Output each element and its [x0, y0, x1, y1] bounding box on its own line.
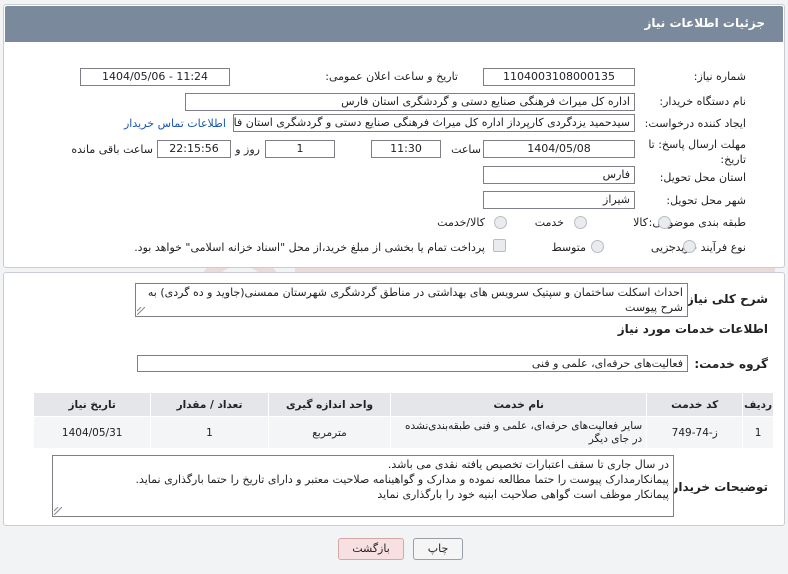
purchase-type-label: نوع فرآیند خرید : — [668, 241, 746, 254]
col-name: نام خدمت — [390, 392, 648, 417]
table-header-row: ردیف کد خدمت نام خدمت واحد اندازه گیری ت… — [32, 392, 774, 417]
category-service-label: خدمت — [534, 216, 564, 229]
buyer-note-line: در سال جاری تا سقف اعتبارات تخصیص یافته … — [387, 458, 669, 471]
row-qty: 1 — [150, 416, 269, 449]
city-label: شهر محل تحویل: — [666, 194, 746, 207]
service-group-label: گروه خدمت: — [694, 357, 768, 371]
buyer-note-line: پیمانکارمدارک پیوست را حتما مطالعه نموده… — [135, 473, 669, 486]
col-unit: واحد اندازه گیری — [267, 392, 392, 417]
purchase-medium-radio[interactable] — [591, 240, 604, 253]
remaining-time-field[interactable]: 22:15:56 — [157, 140, 231, 158]
deadline-time-field[interactable]: 11:30 — [371, 140, 441, 158]
category-service-radio[interactable] — [574, 216, 587, 229]
category-goods-label: کالا — [633, 216, 648, 229]
treasury-payment-note: پرداخت تمام یا بخشی از مبلغ خرید،از محل … — [134, 241, 485, 254]
buyer-contact-link[interactable]: اطلاعات تماس خریدار — [124, 117, 226, 130]
announce-field[interactable]: 1404/05/06 - 11:24 — [80, 68, 230, 86]
category-goods-radio[interactable] — [658, 216, 671, 229]
service-group-field[interactable]: فعالیت‌های حرفه‌ای، علمی و فنی — [137, 355, 688, 372]
resize-grip-icon[interactable] — [54, 507, 62, 515]
row-name: سایر فعالیت‌های حرفه‌ای، علمی و فنی طبقه… — [390, 416, 648, 449]
col-qty: تعداد / مقدار — [150, 392, 269, 417]
row-code: ز-74-749 — [646, 416, 744, 449]
deadline-label: مهلت ارسال پاسخ: تا تاریخ: — [648, 138, 746, 166]
days-label: روز و — [235, 143, 260, 156]
row-unit: مترمربع — [267, 416, 392, 449]
remaining-label: ساعت باقی مانده — [71, 143, 153, 156]
category-both-radio[interactable] — [494, 216, 507, 229]
resize-grip-icon[interactable] — [137, 307, 145, 315]
row-index: 1 — [742, 416, 774, 449]
need-number-field[interactable]: 1104003108000135 — [483, 68, 635, 86]
buyer-note-line: پیمانکار موظف است گواهی صلاحیت ابنیه خود… — [377, 488, 669, 501]
col-index: ردیف — [742, 392, 774, 417]
back-button[interactable]: بازگشت — [338, 538, 404, 560]
days-field[interactable]: 1 — [265, 140, 335, 158]
province-field[interactable]: فارس — [483, 166, 635, 184]
deadline-date-field[interactable]: 1404/05/08 — [483, 140, 635, 158]
buyer-notes-label: توضیحات خریدار: — [666, 480, 768, 494]
buyer-notes-textarea[interactable]: در سال جاری تا سقف اعتبارات تخصیص یافته … — [52, 455, 674, 517]
deadline-time-label: ساعت — [451, 143, 481, 156]
purchase-minor-label: جزیی — [650, 241, 676, 254]
purchase-medium-label: متوسط — [551, 241, 586, 254]
panel-header: جزئیات اطلاعات نیاز — [5, 6, 783, 42]
category-both-label: کالا/خدمت — [437, 216, 485, 229]
treasury-payment-checkbox[interactable] — [493, 239, 506, 252]
province-label: استان محل تحویل: — [659, 171, 746, 184]
description-textarea[interactable]: احداث اسکلت ساختمان و سپتیک سرویس های به… — [135, 283, 688, 317]
description-text: احداث اسکلت ساختمان و سپتیک سرویس های به… — [147, 286, 683, 314]
creator-field[interactable]: سیدحمید یزدگردی کارپرداز اداره کل میراث … — [233, 114, 635, 132]
creator-label: ایجاد کننده درخواست: — [644, 117, 746, 130]
table-row[interactable]: 1 ز-74-749 سایر فعالیت‌های حرفه‌ای، علمی… — [32, 416, 774, 449]
services-section-title: اطلاعات خدمات مورد نیاز — [617, 322, 768, 336]
col-code: کد خدمت — [646, 392, 744, 417]
buyer-org-field[interactable]: اداره کل میراث فرهنگی صنایع دستی و گردشگ… — [185, 93, 635, 111]
print-button[interactable]: چاپ — [413, 538, 463, 560]
buyer-org-label: نام دستگاه خریدار: — [659, 95, 746, 108]
city-field[interactable]: شیراز — [483, 191, 635, 209]
services-table: ردیف کد خدمت نام خدمت واحد اندازه گیری ت… — [32, 392, 774, 449]
description-label: شرح کلی نیاز: — [682, 292, 768, 306]
announce-label: تاریخ و ساعت اعلان عمومی: — [325, 70, 458, 83]
page-title: جزئیات اطلاعات نیاز — [644, 16, 765, 30]
col-date: تاریخ نیاز — [32, 392, 152, 417]
row-date: 1404/05/31 — [32, 416, 152, 449]
need-number-label: شماره نیاز: — [693, 70, 746, 83]
purchase-minor-radio[interactable] — [683, 240, 696, 253]
